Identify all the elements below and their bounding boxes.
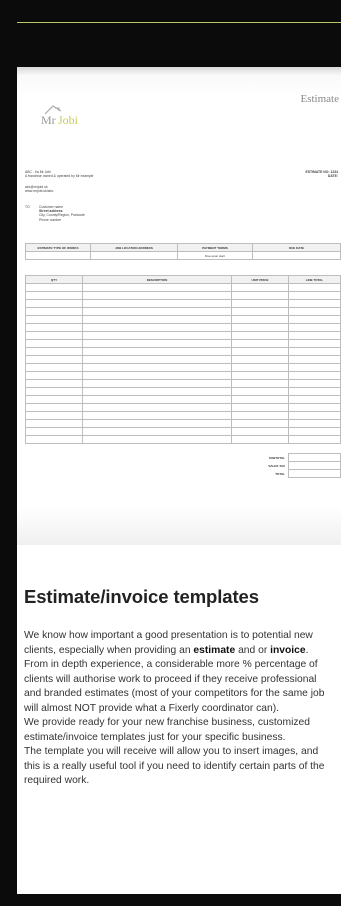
subtotal-label: SUBTOTAL xyxy=(268,455,285,460)
body-paragraph-3: The template you will receive will allow… xyxy=(24,746,325,786)
estimate-template-preview-image: Estimate Mr Jobi ABC - t/a Mr Jobi A fra… xyxy=(17,67,341,545)
content-card: Estimate Mr Jobi ABC - t/a Mr Jobi A fra… xyxy=(17,67,341,894)
info-cell: Due upon start xyxy=(177,251,253,260)
estimate-title: Estimate xyxy=(300,93,340,105)
table-row xyxy=(25,395,341,404)
line-items-table: QTY DESCRIPTION UNIT PRICE LINE TOTAL xyxy=(25,275,341,444)
customer-phone: Phone number xyxy=(39,217,62,222)
total-value xyxy=(288,469,341,478)
section-body: We know how important a good presentatio… xyxy=(24,629,330,789)
items-header: LINE TOTAL xyxy=(288,275,341,284)
info-header: ESTIMATE TYPE OF WORKS xyxy=(25,243,91,252)
table-row xyxy=(25,315,341,324)
table-row xyxy=(25,387,341,396)
company-web: www.mrjobi.uk/abc xyxy=(25,189,54,194)
table-row xyxy=(25,403,341,412)
table-row xyxy=(25,283,341,292)
customer-block: Customer name Street address City, Count… xyxy=(39,205,85,222)
table-row xyxy=(25,323,341,332)
invoice-keyword: invoice xyxy=(270,644,306,656)
company-block: ABC - t/a Mr Jobi A franchise owned & op… xyxy=(25,170,93,178)
info-header: PAYMENT TERMS xyxy=(177,243,253,252)
table-row xyxy=(25,339,341,348)
to-label: TO xyxy=(25,205,30,209)
info-cell xyxy=(25,251,91,260)
total-label: TOTAL xyxy=(275,471,285,476)
body-paragraph-2: We provide ready for your new franchise … xyxy=(24,717,310,743)
preview-top-shade xyxy=(17,67,341,75)
table-row xyxy=(25,363,341,372)
table-row xyxy=(25,347,341,356)
mrjobi-logo: Mr Jobi xyxy=(39,104,119,130)
items-header: QTY xyxy=(25,275,83,284)
company-contact: abc@mrjobi.uk www.mrjobi.uk/abc xyxy=(25,185,53,193)
info-header: JOB LOCATION ADDRESS xyxy=(90,243,178,252)
logo-mr-text: Mr xyxy=(41,113,56,127)
table-row xyxy=(25,355,341,364)
sales-tax-label: SALES TAX xyxy=(268,463,285,468)
table-row xyxy=(25,307,341,316)
table-row xyxy=(25,331,341,340)
table-row xyxy=(25,371,341,380)
body-text: and or xyxy=(235,644,271,656)
info-header: DUE DATE xyxy=(252,243,341,252)
table-row xyxy=(25,379,341,388)
table-row xyxy=(25,419,341,428)
table-row xyxy=(25,435,341,444)
table-row xyxy=(25,411,341,420)
top-divider-line xyxy=(17,22,341,23)
table-row xyxy=(25,427,341,436)
logo-jobi-text: Jobi xyxy=(58,113,79,127)
sales-tax-value xyxy=(288,461,341,470)
items-header: UNIT PRICE xyxy=(231,275,289,284)
info-cell xyxy=(90,251,178,260)
items-header: DESCRIPTION xyxy=(82,275,232,284)
job-info-table: ESTIMATE TYPE OF WORKS JOB LOCATION ADDR… xyxy=(25,243,341,260)
estimate-date: DATE: xyxy=(327,174,338,179)
estimate-keyword: estimate xyxy=(193,644,236,656)
subtotal-value xyxy=(288,453,341,462)
table-row xyxy=(25,291,341,300)
company-line2: A franchise owned & operated by Mr examp… xyxy=(25,174,94,179)
estimate-number-block: ESTIMATE NO: 1234 DATE: xyxy=(305,170,338,178)
info-cell xyxy=(252,251,341,260)
table-row xyxy=(25,299,341,308)
totals-table: SUBTOTAL SALES TAX TOTAL xyxy=(229,453,341,478)
section-heading: Estimate/invoice templates xyxy=(24,586,259,607)
